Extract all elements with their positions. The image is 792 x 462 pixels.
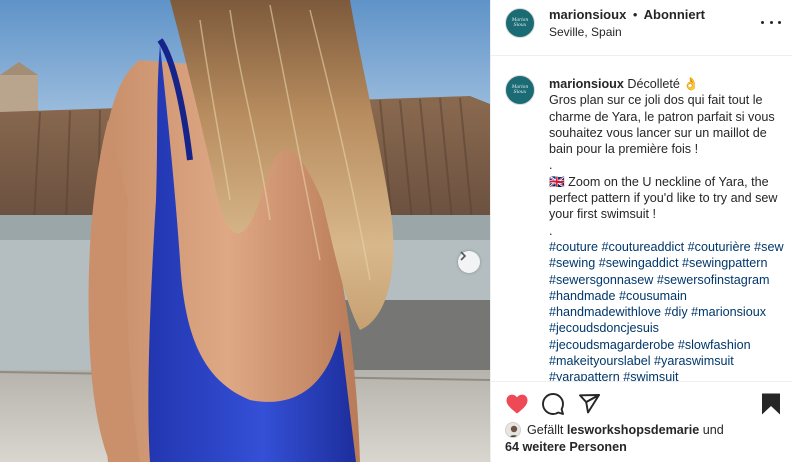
hashtag-link[interactable]: #coutureaddict	[602, 240, 685, 254]
hashtag-link[interactable]: #handmadewithlove	[549, 305, 661, 319]
hashtag-link[interactable]: #sewersofinstagram	[657, 273, 770, 287]
hashtag-link[interactable]: #handmade	[549, 289, 616, 303]
author-line: marionsioux • Abonniert	[549, 7, 705, 22]
hashtag-link[interactable]: #jecoudsmagarderobe	[549, 338, 674, 352]
likes-conjunction: und	[702, 423, 724, 437]
share-icon	[579, 394, 600, 414]
post-photo[interactable]	[0, 0, 490, 462]
hashtag-link[interactable]: #yarapattern	[549, 370, 620, 381]
swimsuit-back-photo	[0, 0, 490, 462]
hashtag-link[interactable]: #diy	[665, 305, 688, 319]
avatar-logo-text: Marion Sioux	[511, 18, 529, 28]
hashtag-link[interactable]: #swimsuit	[623, 370, 678, 381]
heart-filled-icon	[506, 394, 528, 414]
avatar-logo-text: Marion Sioux	[511, 85, 529, 95]
more-options-button[interactable]	[761, 12, 781, 32]
hashtag-link[interactable]: #couturière	[688, 240, 751, 254]
hashtag-link[interactable]: #sewingpattern	[682, 256, 767, 270]
hashtag-link[interactable]: #slowfashion	[678, 338, 751, 352]
save-button[interactable]	[759, 392, 783, 416]
post-header: Marion Sioux marionsioux • Abonniert Sev…	[491, 0, 792, 56]
comment-button[interactable]	[541, 392, 565, 416]
hashtag-link[interactable]: #cousumain	[619, 289, 687, 303]
caption-area: Marion Sioux marionsioux Décolleté 👌 Gro…	[491, 56, 792, 381]
instagram-post: Marion Sioux marionsioux • Abonniert Sev…	[0, 0, 792, 462]
comment-icon	[542, 393, 564, 415]
like-button[interactable]	[505, 392, 529, 416]
more-options-icon	[778, 20, 781, 24]
hashtag-link[interactable]: #sewersgonnasew	[549, 273, 653, 287]
caption-line: 🇬🇧 Zoom on the U neckline of Yara, the p…	[549, 174, 778, 222]
separator-dot: •	[632, 7, 638, 22]
post-location[interactable]: Seville, Spain	[549, 25, 622, 39]
caption-line: Décolleté 👌	[627, 77, 700, 91]
next-photo-button[interactable]	[458, 251, 480, 273]
liker-username[interactable]: lesworkshopsdemarie	[567, 423, 699, 437]
hashtag-link[interactable]: #jecoudsdoncjesuis	[549, 321, 659, 335]
hashtag-link[interactable]: #yaraswimsuit	[654, 354, 734, 368]
liker-avatar[interactable]	[505, 422, 521, 438]
hashtag-link[interactable]: #sew	[754, 240, 783, 254]
chevron-right-icon	[460, 251, 467, 261]
caption-line: .	[549, 223, 553, 238]
hashtag-link[interactable]: #sewingaddict	[599, 256, 679, 270]
post-actions: Gefällt lesworkshopsdemarie und 64 weite…	[491, 381, 792, 462]
liker-photo	[506, 423, 520, 437]
more-options-icon	[761, 20, 764, 24]
likes-summary: Gefällt lesworkshopsdemarie und	[527, 422, 787, 439]
likes-prefix: Gefällt	[527, 423, 564, 437]
caption-line: Gros plan sur ce joli dos qui fait tout …	[549, 93, 775, 157]
caption-username[interactable]: marionsioux	[549, 77, 624, 91]
bookmark-filled-icon	[762, 393, 780, 415]
share-button[interactable]	[577, 392, 601, 416]
caption-first-line: marionsioux Décolleté 👌	[549, 76, 785, 92]
hashtag-list: #couture #coutureaddict #couturière #sew…	[549, 239, 785, 381]
author-avatar[interactable]: Marion Sioux	[505, 8, 535, 38]
author-username[interactable]: marionsioux	[549, 7, 626, 22]
caption-text: marionsioux Décolleté 👌 Gros plan sur ce…	[549, 76, 785, 381]
hashtag-link[interactable]: #makeityourslabel	[549, 354, 651, 368]
caption-line: .	[549, 158, 553, 173]
hashtag-link[interactable]: #marionsioux	[691, 305, 766, 319]
follow-status-button[interactable]: Abonniert	[644, 7, 705, 22]
post-side-panel: Marion Sioux marionsioux • Abonniert Sev…	[490, 0, 792, 462]
caption-avatar[interactable]: Marion Sioux	[505, 75, 535, 105]
likes-others-count[interactable]: 64 weitere Personen	[505, 439, 627, 456]
more-options-icon	[769, 20, 773, 24]
hashtag-link[interactable]: #sewing	[549, 256, 595, 270]
hashtag-link[interactable]: #couture	[549, 240, 598, 254]
